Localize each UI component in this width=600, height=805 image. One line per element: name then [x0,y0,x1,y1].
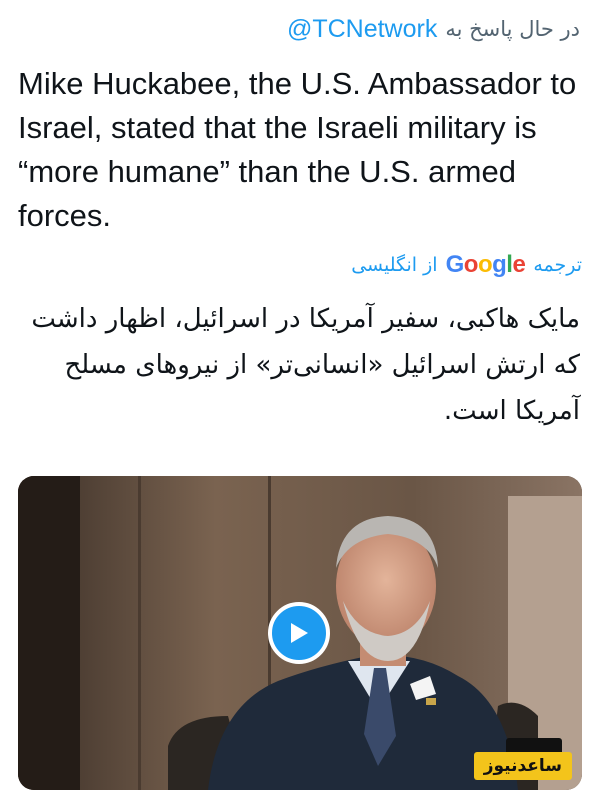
translated-text: مایک هاکبی، سفیر آمریکا در اسرائیل، اظها… [31,304,580,426]
tweet-text: Mike Huckabee, the U.S. Ambassador to Is… [18,66,577,233]
video-player[interactable]: ساعدنیوز [18,476,582,790]
replying-to-label: در حال پاسخ به [445,17,580,41]
replying-to-line: @TCNetwork در حال پاسخ به [20,14,580,44]
translation-prefix-label: ترجمه [533,254,582,276]
play-icon [291,623,308,643]
play-button[interactable] [268,602,330,664]
google-logo: Google [445,251,526,278]
translation-attribution[interactable]: از انگلیسی Google ترجمه [18,248,582,282]
translation-source-label: از انگلیسی [351,254,438,276]
watermark-logo: ساعدنیوز [473,752,572,780]
reply-handle-link[interactable]: @TCNetwork [287,15,437,44]
